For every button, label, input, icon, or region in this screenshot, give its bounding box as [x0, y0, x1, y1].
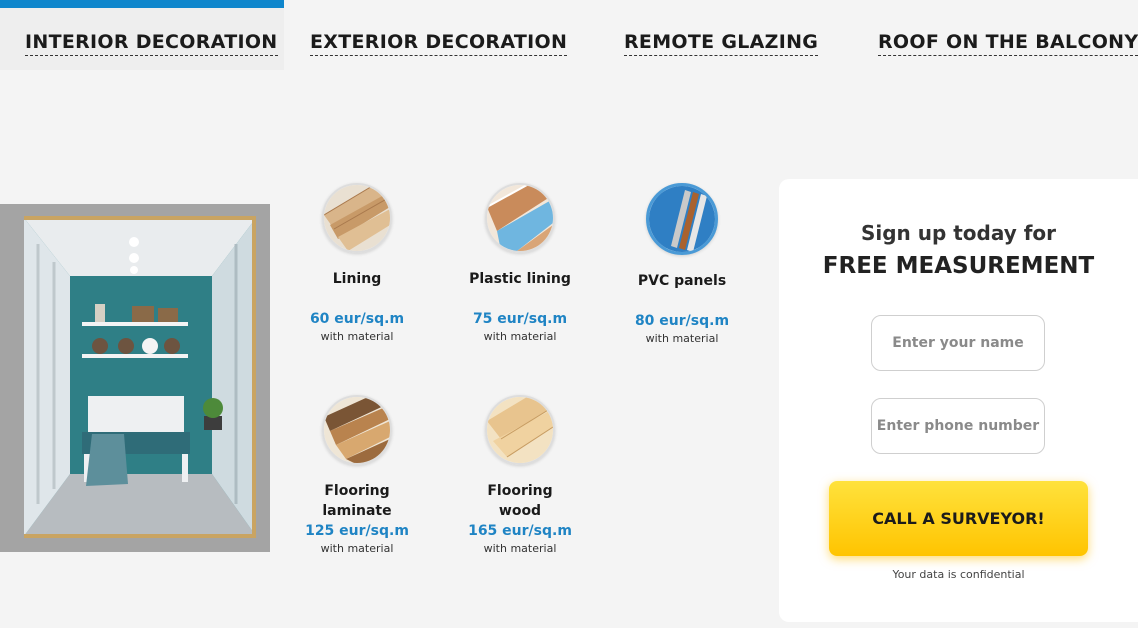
product-name: Flooring laminate: [282, 481, 432, 521]
product-card-plastic-lining[interactable]: Plastic lining 75 eur/sq.m with material: [445, 183, 595, 345]
product-name: Flooring wood: [445, 481, 595, 521]
product-name: Plastic lining: [469, 271, 571, 287]
product-name-line1: Flooring: [487, 483, 553, 499]
form-subtitle: Sign up today for: [860, 221, 1057, 245]
form-title: FREE MEASUREMENT: [822, 253, 1095, 279]
balcony-interior-image: [0, 204, 270, 552]
phone-input[interactable]: [871, 398, 1045, 454]
product-name-line1: Flooring: [324, 483, 390, 499]
wood-lining-icon: [322, 183, 392, 253]
product-name-line2: wood: [498, 503, 542, 519]
product-name: Lining: [332, 271, 382, 287]
product-price: 125 eur/sq.m: [305, 523, 409, 539]
product-name: PVC panels: [637, 273, 727, 289]
product-card-pvc-panels[interactable]: PVC panels 80 eur/sq.m with material: [607, 183, 757, 347]
confidential-note: Your data is confidential: [892, 568, 1025, 581]
laminate-icon: [322, 395, 392, 465]
product-price: 80 eur/sq.m: [634, 313, 730, 329]
product-price: 60 eur/sq.m: [309, 311, 405, 327]
product-price: 165 eur/sq.m: [468, 523, 572, 539]
product-note: with material: [483, 542, 557, 555]
name-input[interactable]: [871, 315, 1045, 371]
wood-flooring-icon: [485, 395, 555, 465]
product-note: with material: [645, 332, 719, 345]
tab-remote-glazing[interactable]: REMOTE GLAZING: [624, 30, 819, 56]
tab-interior-decoration[interactable]: INTERIOR DECORATION: [25, 30, 278, 56]
product-note: with material: [483, 330, 557, 343]
product-note: with material: [320, 330, 394, 343]
pvc-panels-icon: [646, 183, 718, 255]
plastic-lining-icon: [485, 183, 555, 253]
tab-bar: INTERIOR DECORATION EXTERIOR DECORATION …: [0, 0, 1138, 70]
product-note: with material: [320, 542, 394, 555]
tab-roof-on-the-balcony[interactable]: ROOF ON THE BALCONY: [878, 30, 1138, 56]
tab-exterior-decoration[interactable]: EXTERIOR DECORATION: [310, 30, 568, 56]
call-surveyor-button[interactable]: CALL A SURVEYOR!: [829, 481, 1088, 556]
product-price: 75 eur/sq.m: [472, 311, 568, 327]
product-card-flooring-laminate[interactable]: Flooring laminate 125 eur/sq.m with mate…: [282, 395, 432, 557]
active-tab-indicator: [0, 0, 284, 8]
product-card-lining[interactable]: Lining 60 eur/sq.m with material: [282, 183, 432, 345]
signup-form: Sign up today for FREE MEASUREMENT CALL …: [779, 179, 1138, 622]
product-card-flooring-wood[interactable]: Flooring wood 165 eur/sq.m with material: [445, 395, 595, 557]
product-name-line2: laminate: [322, 503, 392, 519]
